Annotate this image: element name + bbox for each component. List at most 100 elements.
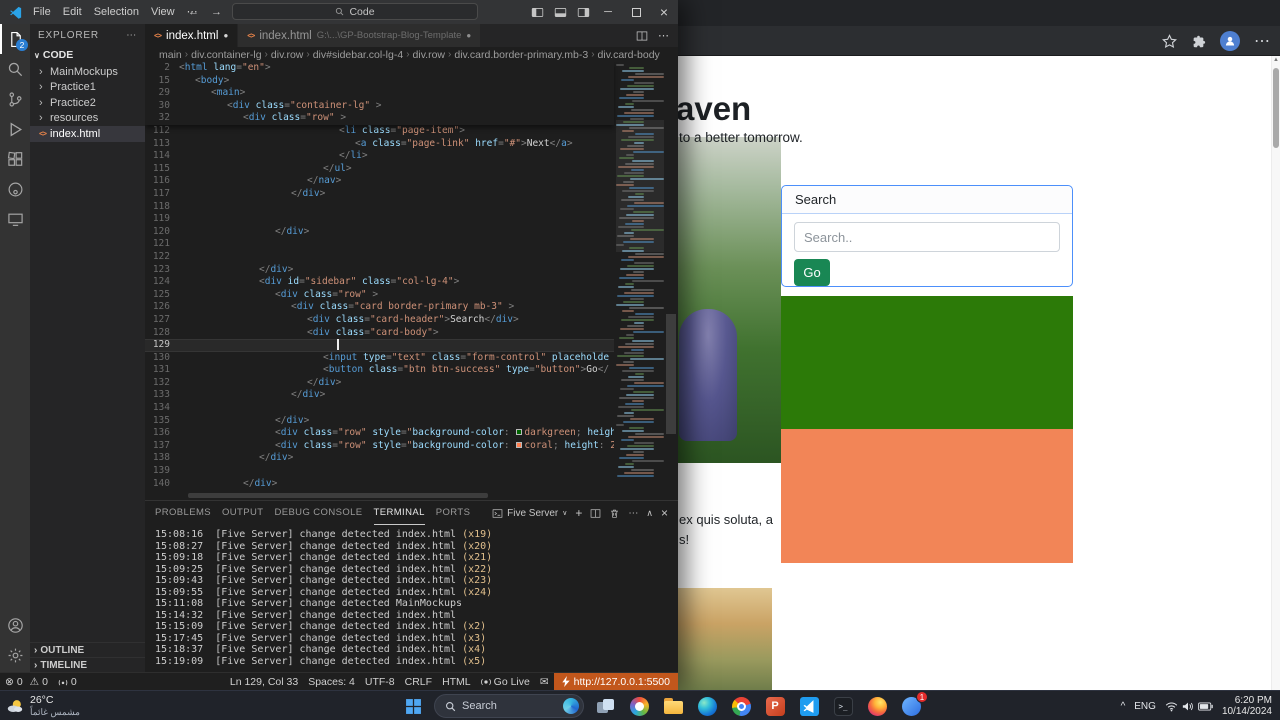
breadcrumb-item[interactable]: div.card-body (598, 49, 660, 61)
eol-indicator[interactable]: CRLF (400, 673, 437, 690)
new-terminal-icon[interactable]: + (575, 506, 582, 520)
code-line-129[interactable]: 129 (145, 339, 614, 352)
panel-tab-ports[interactable]: PORTS (436, 501, 471, 525)
code-line-138[interactable]: 138 </div> (145, 452, 614, 465)
feedback-icon[interactable]: ✉ (535, 673, 554, 690)
explorer-root-folder[interactable]: ∨ CODE (30, 46, 145, 64)
code-line-135[interactable]: 135 </div> (145, 415, 614, 428)
menu-selection[interactable]: Selection (88, 0, 145, 24)
extensions-icon[interactable] (0, 144, 30, 174)
page-scrollbar[interactable]: ▲ (1271, 56, 1280, 690)
forward-arrow-icon[interactable]: → (211, 6, 222, 18)
breadcrumb-item[interactable]: div#sidebar.col-lg-4 (313, 49, 403, 61)
panel-tab-terminal[interactable]: TERMINAL (374, 501, 425, 525)
explorer-item-resources[interactable]: › resources (30, 111, 145, 127)
page-scrollbar-thumb[interactable] (1273, 68, 1279, 148)
code-line-132[interactable]: 132 </div> (145, 377, 614, 390)
edge-browser-icon[interactable] (694, 694, 720, 718)
timeline-section[interactable]: › TIMELINE (30, 657, 145, 672)
code-line-115[interactable]: 115 </ul> (145, 163, 614, 176)
task-view-icon[interactable] (592, 694, 618, 718)
back-arrow-icon[interactable]: ← (188, 6, 199, 18)
code-line-127[interactable]: 127 <div class="card-header">Search</div> (145, 314, 614, 327)
taskbar-search[interactable]: Search (434, 694, 584, 718)
editor-scrollbar[interactable] (664, 62, 678, 500)
explorer-actions-icon[interactable]: ⋯ (126, 30, 137, 41)
source-control-icon[interactable] (0, 84, 30, 114)
system-tray-icons[interactable] (1165, 701, 1213, 712)
tab-index-html-active[interactable]: <> index.html ● (145, 24, 238, 47)
browser-profile-avatar[interactable] (1220, 31, 1240, 51)
split-terminal-icon[interactable] (590, 508, 601, 519)
explorer-item-practice2[interactable]: › Practice2 (30, 95, 145, 111)
toggle-secondary-sidebar-icon[interactable] (577, 6, 590, 19)
code-line-117[interactable]: 117 </div> (145, 188, 614, 201)
code-editor[interactable]: 112 <li class="page-item"> 113 <a class="pa… (145, 62, 678, 500)
breadcrumb-item[interactable]: div.card.border-primary.mb-3 (454, 49, 588, 61)
code-line-121[interactable]: 121 (145, 238, 614, 251)
close-button[interactable]: × (650, 0, 678, 24)
code-line-134[interactable]: 134 (145, 402, 614, 415)
maximize-button[interactable] (622, 0, 650, 24)
terminal-output[interactable]: 15:08:16 [Five Server] change detected i… (145, 525, 678, 672)
run-debug-icon[interactable] (0, 114, 30, 144)
live-share-icon[interactable] (0, 174, 30, 204)
weather-widget[interactable]: 26°C مشمس غائماً (6, 694, 80, 718)
explorer-item-mainmockups[interactable]: › MainMockups (30, 64, 145, 80)
settings-gear-icon[interactable] (0, 640, 30, 670)
outline-section[interactable]: › OUTLINE (30, 642, 145, 657)
minimap[interactable] (616, 62, 664, 500)
sticky-line-29[interactable]: 29 <main> (145, 87, 614, 100)
code-line-140[interactable]: 140 </div> (145, 478, 614, 491)
sticky-line-30[interactable]: 30 <div class="container-lg" > (145, 100, 614, 113)
scroll-up-arrow-icon[interactable]: ▲ (1272, 57, 1280, 63)
terminal-app-icon[interactable] (830, 694, 856, 718)
code-line-113[interactable]: 113 <a class="page-link" href="#">Next</a… (145, 138, 614, 151)
toggle-panel-icon[interactable] (554, 6, 567, 19)
breadcrumb-item[interactable]: main (159, 49, 182, 61)
powerpoint-icon[interactable] (762, 694, 788, 718)
kill-terminal-icon[interactable] (609, 508, 620, 519)
modified-dot-icon[interactable]: ● (223, 31, 228, 40)
modified-dot-icon[interactable]: ● (466, 31, 471, 40)
go-button[interactable]: Go (794, 259, 830, 286)
ports-status[interactable]: 0 (53, 673, 82, 690)
breadcrumb-item[interactable]: div.row (413, 49, 445, 61)
language-mode[interactable]: HTML (437, 673, 476, 690)
code-line-119[interactable]: 119 (145, 213, 614, 226)
breadcrumb-item[interactable]: div.row (271, 49, 303, 61)
five-server-url[interactable]: http://127.0.0.1:5500 (553, 673, 678, 690)
bookmark-star-icon[interactable] (1162, 33, 1177, 49)
split-editor-icon[interactable] (636, 30, 648, 42)
encoding[interactable]: UTF-8 (360, 673, 400, 690)
terminal-profile-selector[interactable]: Five Server ∨ (492, 508, 567, 519)
photos-app-icon[interactable] (626, 694, 652, 718)
code-line-133[interactable]: 133 </div> (145, 389, 614, 402)
code-line-116[interactable]: 116 </nav> (145, 175, 614, 188)
sticky-line-15[interactable]: 15 <body> (145, 75, 614, 88)
explorer-item-index-html[interactable]: <> index.html (30, 126, 145, 142)
clock[interactable]: 6:20 PM 10/14/2024 (1222, 695, 1272, 717)
start-button[interactable] (400, 694, 426, 718)
code-line-114[interactable]: 114 </li> (145, 150, 614, 163)
indentation[interactable]: Spaces: 4 (303, 673, 360, 690)
explorer-icon[interactable]: 2 (0, 24, 30, 54)
code-line-120[interactable]: 120 </div> (145, 226, 614, 239)
editor-horizontal-scrollbar[interactable] (188, 493, 488, 498)
explorer-item-practice1[interactable]: › Practice1 (30, 80, 145, 96)
extensions-puzzle-icon[interactable] (1191, 34, 1206, 49)
cursor-position[interactable]: Ln 129, Col 33 (225, 673, 303, 690)
minimize-button[interactable]: ─ (594, 0, 622, 24)
firefox-browser-icon[interactable] (864, 694, 890, 718)
panel-tab-output[interactable]: OUTPUT (222, 501, 263, 525)
maximize-panel-icon[interactable]: ∧ (646, 508, 653, 519)
menu-edit[interactable]: Edit (57, 0, 88, 24)
menu-view[interactable]: View (145, 0, 181, 24)
code-line-125[interactable]: 125 <div class="row" > (145, 289, 614, 302)
code-line-139[interactable]: 139 (145, 465, 614, 478)
file-explorer-icon[interactable] (660, 694, 686, 718)
code-line-126[interactable]: 126 <div class="card border-primary mb-3"… (145, 301, 614, 314)
code-line-112[interactable]: 112 <li class="page-item"> (145, 125, 614, 138)
code-line-131[interactable]: 131 <button class="btn btn-success" type=… (145, 364, 614, 377)
menu-file[interactable]: File (27, 0, 57, 24)
